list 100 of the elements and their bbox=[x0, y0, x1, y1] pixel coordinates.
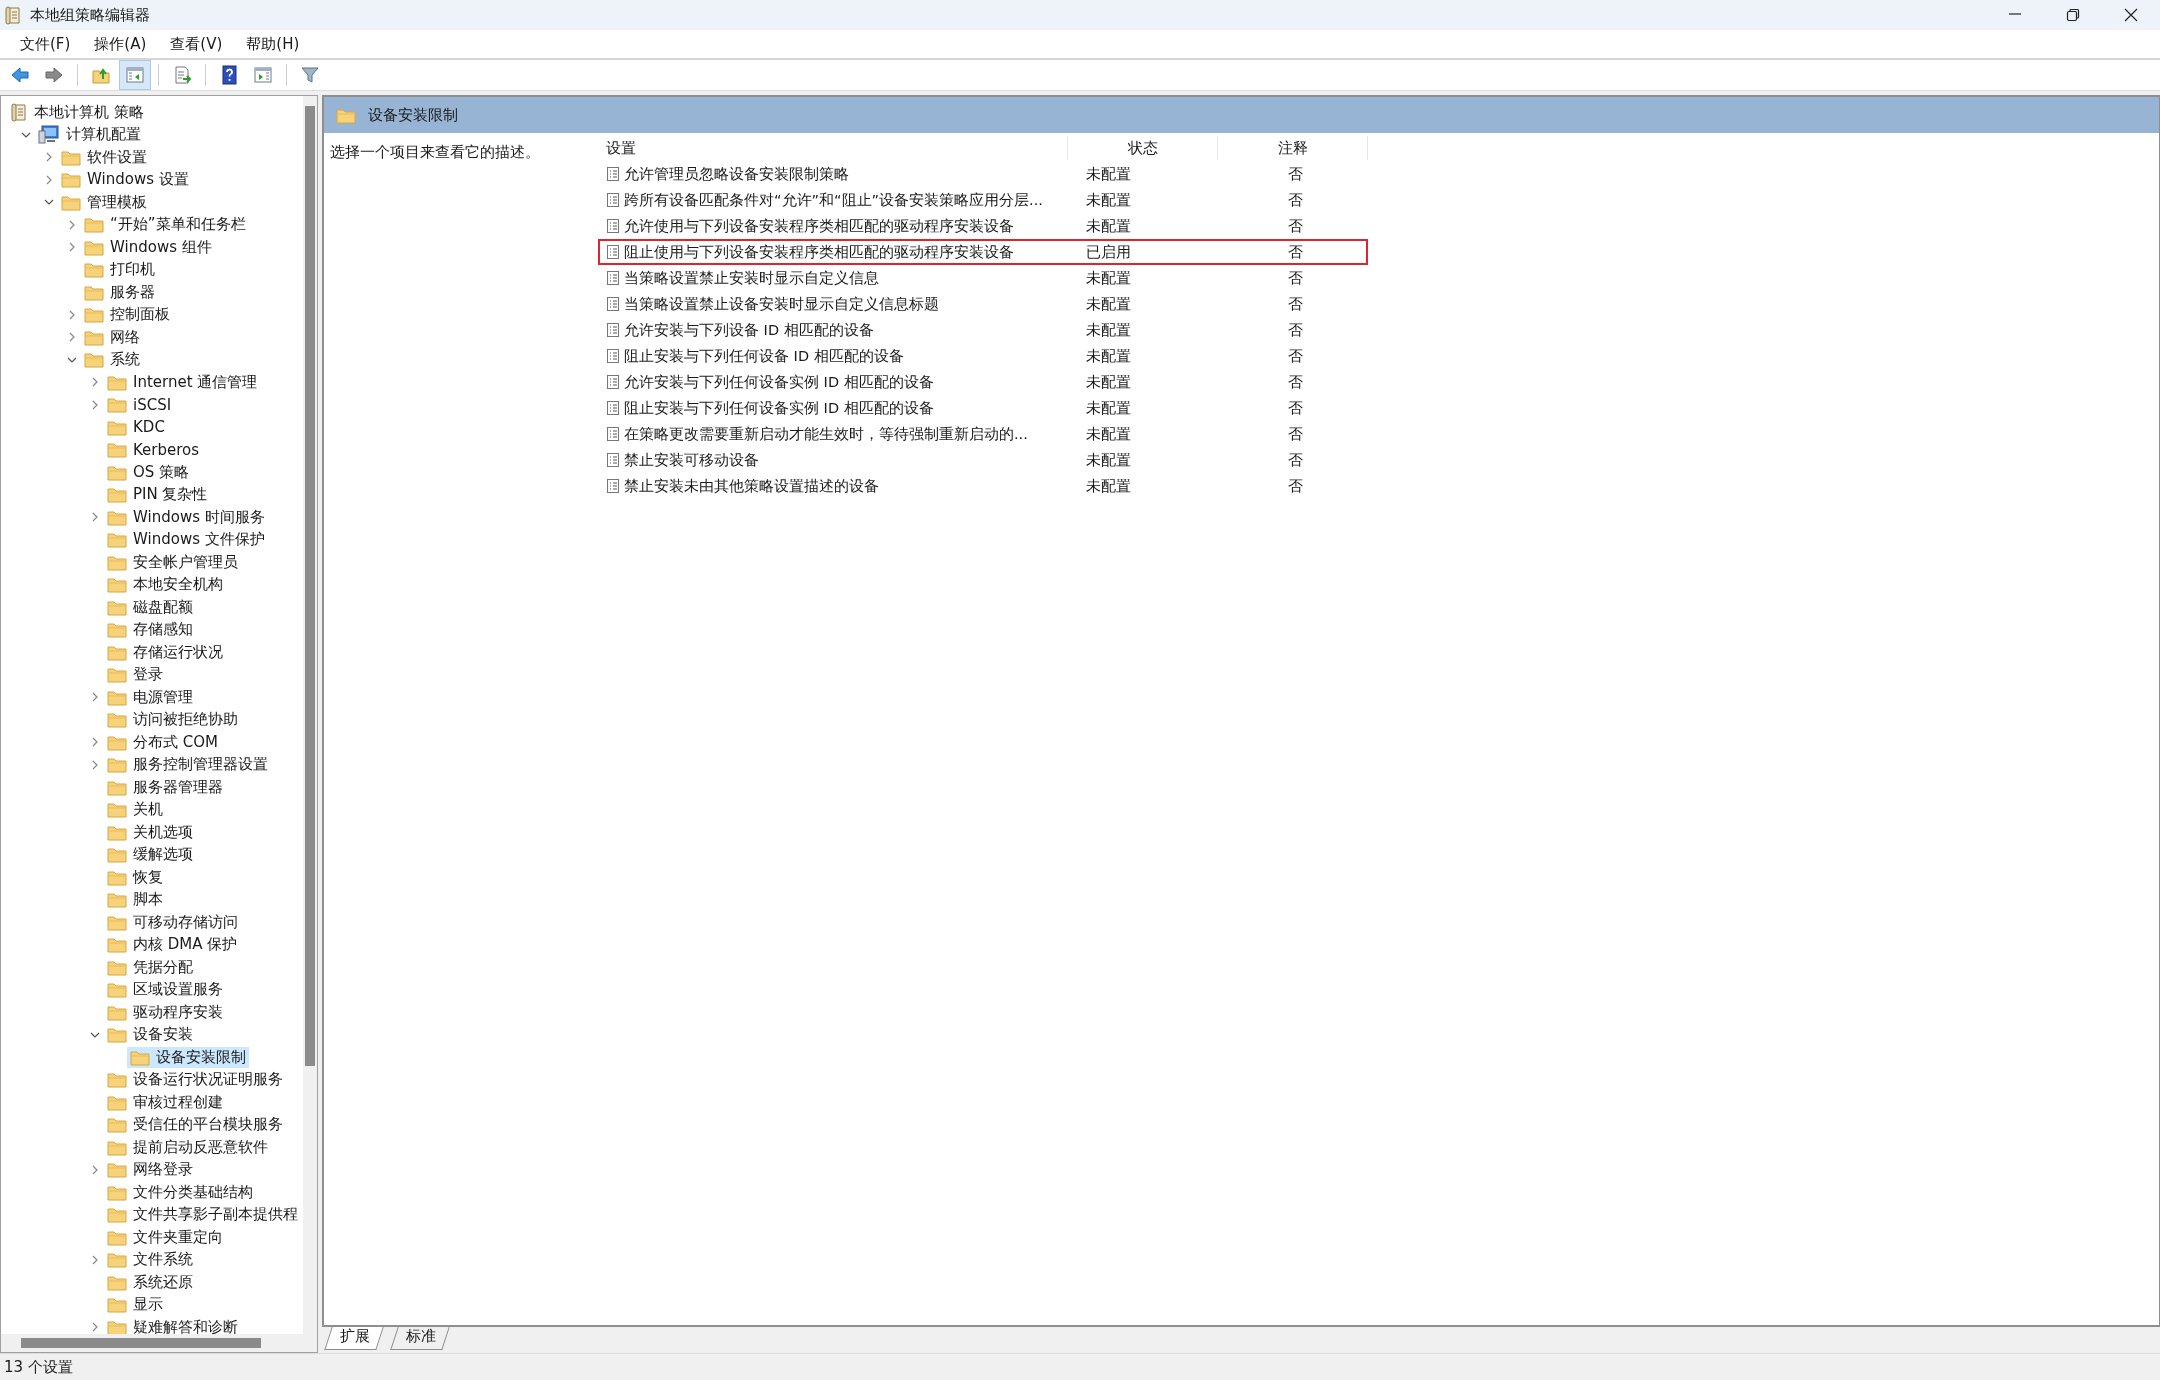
tree-item[interactable]: 网络登录 bbox=[104, 1159, 196, 1181]
policy-row[interactable]: 允许安装与下列设备 ID 相匹配的设备 未配置 否 bbox=[598, 317, 1368, 343]
tree-item[interactable]: 网络 bbox=[81, 326, 143, 348]
view-tab[interactable]: 扩展 bbox=[324, 1327, 384, 1350]
tree-item[interactable]: Windows 文件保护 bbox=[104, 529, 268, 551]
tree-item[interactable]: 访问被拒绝协助 bbox=[104, 709, 241, 731]
folder-icon bbox=[84, 351, 104, 369]
tree-item[interactable]: 磁盘配额 bbox=[104, 596, 196, 618]
help-icon[interactable] bbox=[219, 65, 239, 85]
tree-item[interactable]: 电源管理 bbox=[104, 686, 196, 708]
policy-row[interactable]: 阻止使用与下列设备安装程序类相匹配的驱动程序安装设备 已启用 否 bbox=[598, 239, 1368, 265]
restore-icon[interactable] bbox=[2066, 8, 2080, 22]
tree-item[interactable]: 审核过程创建 bbox=[104, 1091, 226, 1113]
status-text: 13 个设置 bbox=[4, 1357, 73, 1377]
folder-icon bbox=[107, 553, 127, 571]
tree-item[interactable]: KDC bbox=[104, 416, 168, 438]
column-header[interactable]: 设置 bbox=[598, 136, 1068, 160]
folder-icon bbox=[107, 891, 127, 909]
back-arrow-icon[interactable] bbox=[10, 65, 30, 85]
folder-icon bbox=[61, 148, 81, 166]
tree-item[interactable]: 打印机 bbox=[81, 259, 158, 281]
folder-icon bbox=[336, 106, 356, 124]
tree-item[interactable]: 服务控制管理器设置 bbox=[104, 754, 271, 776]
tree-pane-icon[interactable] bbox=[125, 65, 145, 85]
tree-item[interactable]: 服务器 bbox=[81, 281, 158, 303]
folder-icon bbox=[107, 666, 127, 684]
view-tab[interactable]: 标准 bbox=[390, 1327, 450, 1350]
setting-name: 禁止安装未由其他策略设置描述的设备 bbox=[624, 476, 879, 496]
close-icon[interactable] bbox=[2124, 8, 2138, 22]
tree-item[interactable]: 凭据分配 bbox=[104, 956, 196, 978]
tree-item[interactable]: PIN 复杂性 bbox=[104, 484, 211, 506]
tree-item[interactable]: 存储运行状况 bbox=[104, 641, 226, 663]
tree-item[interactable]: 设备安装 bbox=[104, 1024, 196, 1046]
policy-row[interactable]: 阻止安装与下列任何设备 ID 相匹配的设备 未配置 否 bbox=[598, 343, 1368, 369]
column-header[interactable]: 注释 bbox=[1218, 136, 1368, 160]
tree-item[interactable]: 关机 bbox=[104, 799, 166, 821]
tree-item[interactable]: Windows 时间服务 bbox=[104, 506, 268, 528]
tree-item[interactable]: 系统 bbox=[81, 349, 143, 371]
column-header[interactable]: 状态 bbox=[1068, 136, 1218, 160]
tree-item[interactable]: 系统还原 bbox=[104, 1271, 196, 1293]
menu-item[interactable]: 操作(A) bbox=[82, 34, 159, 54]
tree-item[interactable]: 软件设置 bbox=[58, 146, 150, 168]
tree-item[interactable]: 脚本 bbox=[104, 889, 166, 911]
computer-icon bbox=[38, 125, 60, 145]
tree-item[interactable]: 控制面板 bbox=[81, 304, 173, 326]
action-pane-icon[interactable] bbox=[253, 65, 273, 85]
tree-item[interactable]: Windows 组件 bbox=[81, 236, 215, 258]
tree-item[interactable]: 关机选项 bbox=[104, 821, 196, 843]
tree-item[interactable]: 提前启动反恶意软件 bbox=[104, 1136, 271, 1158]
tree-item[interactable]: 文件系统 bbox=[104, 1249, 196, 1271]
forward-arrow-icon[interactable] bbox=[44, 65, 64, 85]
tree-item[interactable]: 安全帐户管理员 bbox=[104, 551, 241, 573]
policy-row[interactable]: 跨所有设备匹配条件对“允许”和“阻止”设备安装策略应用分层... 未配置 否 bbox=[598, 187, 1368, 213]
window-title: 本地组策略编辑器 bbox=[30, 5, 150, 25]
policy-row[interactable]: 允许管理员忽略设备安装限制策略 未配置 否 bbox=[598, 161, 1368, 187]
export-list-icon[interactable] bbox=[172, 65, 192, 85]
policy-row[interactable]: 在策略更改需要重新启动才能生效时，等待强制重新启动的... 未配置 否 bbox=[598, 421, 1368, 447]
tree-item[interactable]: 可移动存储访问 bbox=[104, 911, 241, 933]
filter-icon[interactable] bbox=[300, 65, 320, 85]
policy-row[interactable]: 阻止安装与下列任何设备实例 ID 相匹配的设备 未配置 否 bbox=[598, 395, 1368, 421]
tree-item[interactable]: 设备运行状况证明服务 bbox=[104, 1069, 286, 1091]
menu-item[interactable]: 帮助(H) bbox=[234, 34, 312, 54]
tree-item[interactable]: 区域设置服务 bbox=[104, 979, 226, 1001]
tree-item[interactable]: 文件分类基础结构 bbox=[104, 1181, 256, 1203]
folder-icon bbox=[107, 1251, 127, 1269]
policy-row[interactable]: 当策略设置禁止设备安装时显示自定义信息标题 未配置 否 bbox=[598, 291, 1368, 317]
tree-item[interactable]: Windows 设置 bbox=[58, 169, 192, 191]
tree-item[interactable]: OS 策略 bbox=[104, 461, 193, 483]
tree-item[interactable]: 设备安装限制 bbox=[127, 1046, 249, 1068]
policy-row[interactable]: 当策略设置禁止安装时显示自定义信息 未配置 否 bbox=[598, 265, 1368, 291]
tree-item[interactable]: 分布式 COM bbox=[104, 731, 221, 753]
tree-item[interactable]: 管理模板 bbox=[58, 191, 150, 213]
tree-item[interactable]: 显示 bbox=[104, 1294, 166, 1316]
tree-item[interactable]: 存储感知 bbox=[104, 619, 196, 641]
tree-item[interactable]: 内核 DMA 保护 bbox=[104, 934, 241, 956]
menu-item[interactable]: 文件(F) bbox=[8, 34, 83, 54]
policy-row[interactable]: 允许使用与下列设备安装程序类相匹配的驱动程序安装设备 未配置 否 bbox=[598, 213, 1368, 239]
tree-item[interactable]: 文件共享影子副本提供程 bbox=[104, 1204, 301, 1226]
policy-row[interactable]: 禁止安装未由其他策略设置描述的设备 未配置 否 bbox=[598, 473, 1368, 499]
tree-item[interactable]: Internet 通信管理 bbox=[104, 371, 261, 393]
tree-item[interactable]: “开始”菜单和任务栏 bbox=[81, 214, 249, 236]
menu-item[interactable]: 查看(V) bbox=[158, 34, 235, 54]
scrollbar-thumb[interactable] bbox=[305, 106, 315, 1066]
scrollbar-thumb[interactable] bbox=[21, 1338, 261, 1348]
status-text: 未配置 bbox=[1086, 217, 1131, 234]
tree-item[interactable]: 文件夹重定向 bbox=[104, 1226, 226, 1248]
tree-item[interactable]: 服务器管理器 bbox=[104, 776, 226, 798]
tree-item[interactable]: 疑难解答和诊断 bbox=[104, 1316, 241, 1334]
tree-item[interactable]: 本地计算机 策略 bbox=[7, 101, 147, 123]
tree-item[interactable]: 本地安全机构 bbox=[104, 574, 226, 596]
tree-item[interactable]: 受信任的平台模块服务 bbox=[104, 1114, 286, 1136]
tree-item[interactable]: iSCSI bbox=[104, 394, 175, 416]
tree-item[interactable]: Kerberos bbox=[104, 439, 203, 461]
tree-item[interactable]: 计算机配置 bbox=[35, 124, 144, 146]
tree-item[interactable]: 恢复 bbox=[104, 866, 166, 888]
policy-row[interactable]: 允许安装与下列任何设备实例 ID 相匹配的设备 未配置 否 bbox=[598, 369, 1368, 395]
tree-item[interactable]: 驱动程序安装 bbox=[104, 1001, 226, 1023]
policy-row[interactable]: 禁止安装可移动设备 未配置 否 bbox=[598, 447, 1368, 473]
tree-item[interactable]: 缓解选项 bbox=[104, 844, 196, 866]
tree-item[interactable]: 登录 bbox=[104, 664, 166, 686]
